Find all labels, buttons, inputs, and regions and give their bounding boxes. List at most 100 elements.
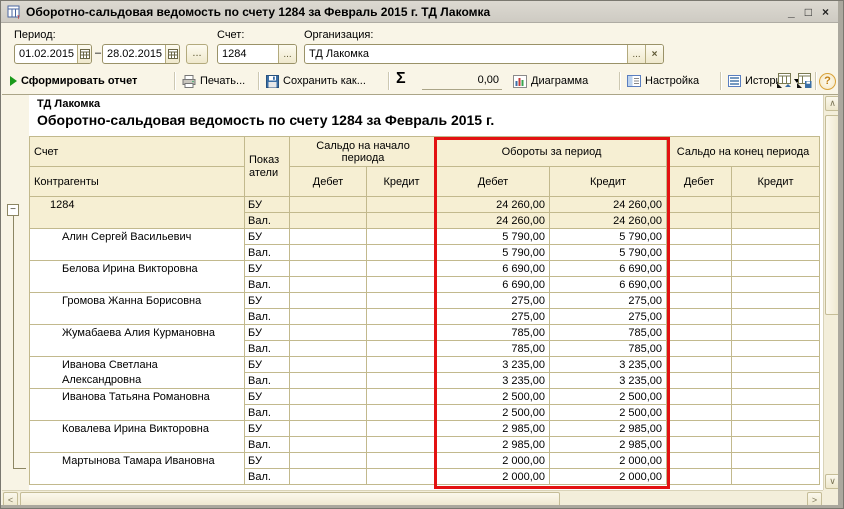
cell-indicator[interactable]: БУ [245, 325, 290, 341]
account-field[interactable]: 1284 ... [217, 44, 297, 64]
cell-indicator[interactable]: БУ [245, 261, 290, 277]
cell-turnover-debit[interactable]: 785,00 [437, 325, 550, 341]
cell-turnover-debit[interactable]: 5 790,00 [437, 229, 550, 245]
cell-end-credit[interactable] [732, 357, 820, 373]
org-more-button[interactable]: ... [627, 45, 645, 63]
cell-turnover-credit[interactable]: 785,00 [550, 341, 667, 357]
account-more-button[interactable]: ... [278, 45, 296, 63]
cell-end-credit[interactable] [732, 309, 820, 325]
cell-start-debit[interactable] [290, 197, 367, 213]
cell-turnover-credit[interactable]: 2 000,00 [550, 469, 667, 485]
cell-end-credit[interactable] [732, 229, 820, 245]
cell-turnover-credit[interactable]: 2 985,00 [550, 421, 667, 437]
calendar-icon[interactable] [165, 45, 179, 63]
cell-end-debit[interactable] [667, 437, 732, 453]
cell-turnover-credit[interactable]: 2 000,00 [550, 453, 667, 469]
cell-end-debit[interactable] [667, 229, 732, 245]
cell-turnover-debit[interactable]: 2 500,00 [437, 405, 550, 421]
cell-start-debit[interactable] [290, 245, 367, 261]
cell-end-debit[interactable] [667, 277, 732, 293]
cell-indicator[interactable]: БУ [245, 197, 290, 213]
cell-start-debit[interactable] [290, 421, 367, 437]
cell-indicator[interactable]: БУ [245, 453, 290, 469]
cell-indicator[interactable]: Вал. [245, 245, 290, 261]
cell-end-debit[interactable] [667, 421, 732, 437]
period-more-button[interactable]: ... [186, 44, 208, 64]
cell-turnover-debit[interactable]: 2 000,00 [437, 453, 550, 469]
cell-contractor-name[interactable]: Мартынова Тамара Ивановна [30, 453, 245, 485]
cell-turnover-debit[interactable]: 3 235,00 [437, 357, 550, 373]
cell-start-debit[interactable] [290, 229, 367, 245]
cell-start-credit[interactable] [367, 229, 437, 245]
minimize-button[interactable]: _ [788, 3, 795, 21]
cell-start-debit[interactable] [290, 357, 367, 373]
cell-turnover-debit[interactable]: 2 500,00 [437, 389, 550, 405]
cell-turnover-credit[interactable]: 24 260,00 [550, 213, 667, 229]
cell-indicator[interactable]: БУ [245, 357, 290, 373]
period-to-value[interactable]: 28.02.2015 [103, 45, 165, 63]
open-saved-settings-button[interactable] [776, 72, 792, 90]
cell-start-debit[interactable] [290, 373, 367, 389]
cell-indicator[interactable]: Вал. [245, 373, 290, 389]
cell-start-debit[interactable] [290, 213, 367, 229]
cell-turnover-debit[interactable]: 275,00 [437, 309, 550, 325]
cell-turnover-debit[interactable]: 2 985,00 [437, 437, 550, 453]
cell-end-debit[interactable] [667, 309, 732, 325]
sum-button[interactable]: Σ [396, 70, 406, 88]
cell-end-debit[interactable] [667, 469, 732, 485]
cell-end-credit[interactable] [732, 453, 820, 469]
cell-turnover-credit[interactable]: 3 235,00 [550, 373, 667, 389]
maximize-button[interactable]: □ [805, 3, 812, 21]
cell-end-credit[interactable] [732, 261, 820, 277]
cell-end-credit[interactable] [732, 405, 820, 421]
cell-turnover-debit[interactable]: 3 235,00 [437, 373, 550, 389]
org-field[interactable]: ТД Лакомка ... × [304, 44, 664, 64]
cell-turnover-credit[interactable]: 5 790,00 [550, 229, 667, 245]
cell-turnover-debit[interactable]: 6 690,00 [437, 261, 550, 277]
cell-indicator[interactable]: БУ [245, 421, 290, 437]
cell-indicator[interactable]: БУ [245, 389, 290, 405]
cell-end-debit[interactable] [667, 245, 732, 261]
cell-start-credit[interactable] [367, 245, 437, 261]
cell-turnover-debit[interactable]: 24 260,00 [437, 197, 550, 213]
cell-start-debit[interactable] [290, 453, 367, 469]
cell-start-credit[interactable] [367, 389, 437, 405]
org-value[interactable]: ТД Лакомка [305, 45, 627, 63]
cell-indicator[interactable]: БУ [245, 293, 290, 309]
cell-start-debit[interactable] [290, 261, 367, 277]
cell-start-credit[interactable] [367, 341, 437, 357]
cell-start-debit[interactable] [290, 293, 367, 309]
cell-end-credit[interactable] [732, 245, 820, 261]
cell-end-debit[interactable] [667, 373, 732, 389]
cell-turnover-debit[interactable]: 2 000,00 [437, 469, 550, 485]
cell-end-debit[interactable] [667, 261, 732, 277]
cell-start-credit[interactable] [367, 421, 437, 437]
save-as-button[interactable]: Сохранить как... [266, 72, 366, 90]
cell-indicator[interactable]: Вал. [245, 341, 290, 357]
period-from-field[interactable]: 01.02.2015 [14, 44, 92, 64]
org-clear-button[interactable]: × [645, 45, 663, 63]
cell-turnover-credit[interactable]: 275,00 [550, 309, 667, 325]
cell-turnover-credit[interactable]: 3 235,00 [550, 357, 667, 373]
cell-contractor-name[interactable]: Иванова Светлана Александровна [30, 357, 245, 389]
cell-turnover-credit[interactable]: 2 500,00 [550, 405, 667, 421]
cell-end-debit[interactable] [667, 405, 732, 421]
cell-end-credit[interactable] [732, 277, 820, 293]
cell-start-debit[interactable] [290, 309, 367, 325]
cell-turnover-debit[interactable]: 24 260,00 [437, 213, 550, 229]
cell-start-credit[interactable] [367, 213, 437, 229]
cell-start-debit[interactable] [290, 277, 367, 293]
cell-start-credit[interactable] [367, 373, 437, 389]
calendar-icon[interactable] [77, 45, 91, 63]
cell-end-debit[interactable] [667, 453, 732, 469]
cell-end-debit[interactable] [667, 325, 732, 341]
cell-end-credit[interactable] [732, 325, 820, 341]
period-to-field[interactable]: 28.02.2015 [102, 44, 180, 64]
cell-turnover-credit[interactable]: 24 260,00 [550, 197, 667, 213]
cell-end-credit[interactable] [732, 213, 820, 229]
cell-turnover-debit[interactable]: 2 985,00 [437, 421, 550, 437]
cell-end-credit[interactable] [732, 197, 820, 213]
cell-start-credit[interactable] [367, 293, 437, 309]
cell-turnover-debit[interactable]: 785,00 [437, 341, 550, 357]
cell-contractor-name[interactable]: Белова Ирина Викторовна [30, 261, 245, 293]
